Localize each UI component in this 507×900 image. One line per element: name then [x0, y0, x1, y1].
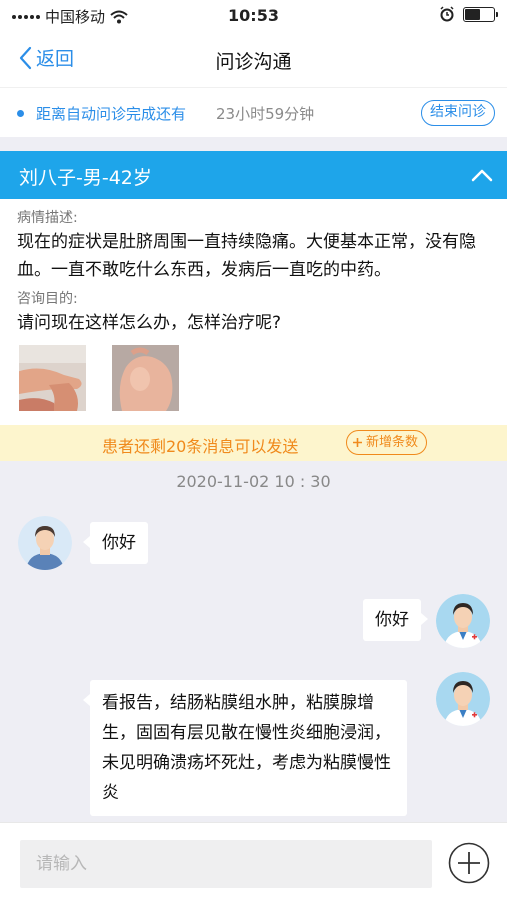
clock: 10:53 — [228, 6, 279, 25]
page-title: 问诊沟通 — [215, 51, 292, 73]
end-consult-button[interactable]: 结束问诊 — [421, 100, 495, 126]
consult-timer: 距离自动问诊完成还有 23小时59分钟 结束问诊 — [0, 87, 507, 137]
timer-label: 距离自动问诊完成还有 — [36, 105, 187, 123]
quota-text: 患者还剩20条消息可以发送 — [102, 437, 299, 456]
battery-icon — [463, 6, 498, 22]
chat-message-sent: 你好 — [363, 599, 428, 641]
plus-icon — [353, 438, 362, 447]
patient-card: 病情描述: 现在的症状是肚脐周围一直持续隐痛。大便基本正常，没有隐血。一直不敢吃… — [0, 199, 507, 425]
doctor-avatar[interactable] — [436, 672, 490, 726]
doctor-avatar[interactable] — [436, 594, 490, 648]
message-input[interactable] — [20, 840, 432, 888]
patient-avatar[interactable] — [18, 516, 72, 570]
description-text: 现在的症状是肚脐周围一直持续隐痛。大便基本正常，没有隐血。一直不敢吃什么东西，发… — [17, 232, 476, 280]
timer-remaining: 23小时59分钟 — [216, 105, 315, 123]
add-attachment-icon[interactable] — [448, 842, 490, 884]
attachment-image[interactable] — [112, 345, 179, 411]
add-quota-button[interactable]: 新增条数 — [346, 430, 428, 455]
alarm-icon — [440, 6, 454, 22]
patient-info: 刘八子-男-42岁 — [19, 167, 152, 189]
purpose-label: 咨询目的: — [17, 291, 78, 307]
add-quota-label: 新增条数 — [366, 434, 419, 450]
chevron-up-icon[interactable] — [471, 165, 493, 185]
purpose-text: 请问现在这样怎么办，怎样治疗呢? — [17, 313, 282, 333]
status-bar: 中国移动 10:53 — [0, 0, 507, 32]
message-input-bar — [0, 822, 507, 900]
message-quota-banner: 患者还剩20条消息可以发送 新增条数 — [0, 425, 507, 461]
timer-dot-icon — [17, 110, 24, 117]
message-timestamp: 2020-11-02 10 : 30 — [176, 472, 331, 491]
chat-message-received: 你好 — [83, 522, 148, 564]
description-label: 病情描述: — [17, 210, 78, 226]
attachment-image[interactable] — [19, 345, 86, 411]
patient-header[interactable]: 刘八子-男-42岁 — [0, 151, 507, 199]
chat-message-received: 看报告，结肠粘膜组水肿，粘膜腺增生，固固有层见散在慢性炎细胞浸润，未见明确溃疡坏… — [83, 680, 407, 816]
nav-bar: 返回 问诊沟通 — [0, 32, 507, 87]
